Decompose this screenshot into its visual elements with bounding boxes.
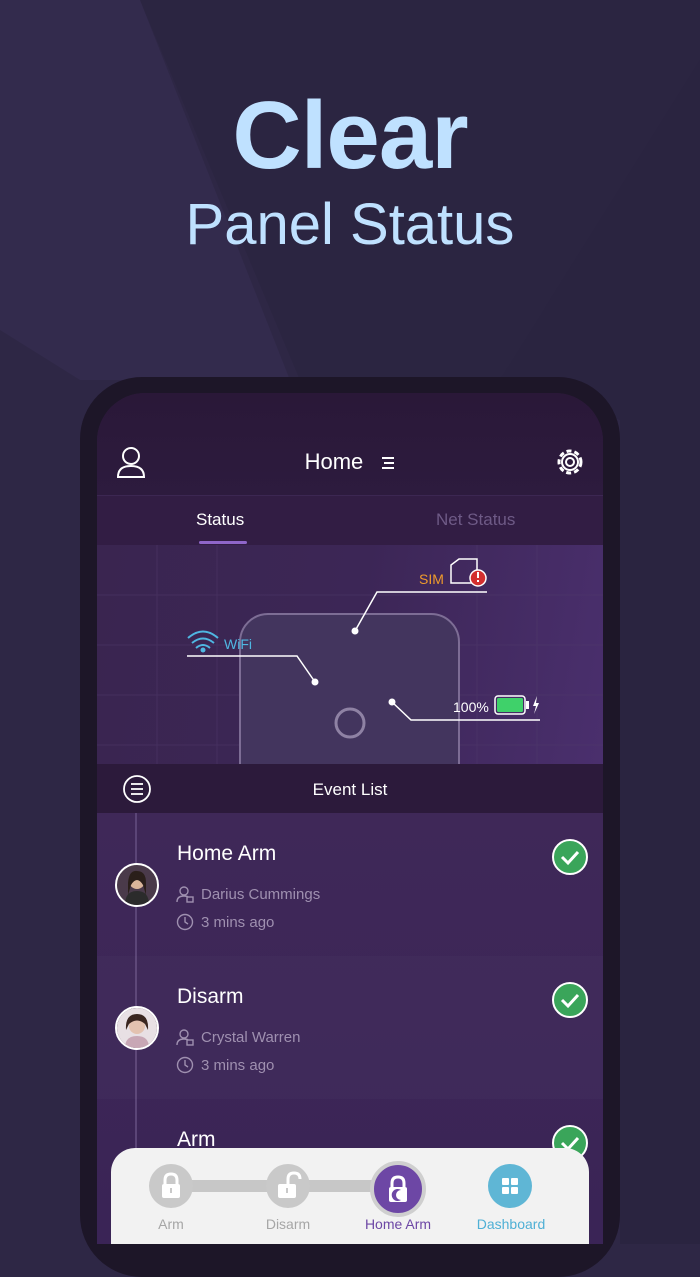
unlock-icon (278, 1171, 302, 1198)
nav-label-home-arm: Home Arm (364, 1216, 432, 1232)
arm-button[interactable] (149, 1164, 193, 1208)
avatar (115, 1006, 159, 1050)
event-time: 3 mins ago (201, 1057, 275, 1074)
phone-screen: Home Status Net Status SIM WiFi 100% Eve… (97, 393, 603, 1244)
home-selector[interactable]: Home (97, 449, 603, 475)
tab-status[interactable]: Status (196, 510, 244, 530)
clock-icon (176, 1056, 194, 1074)
nav-label-disarm: Disarm (265, 1216, 311, 1232)
tab-underline (199, 541, 247, 544)
event-item[interactable]: Home Arm Darius Cummings 3 mins ago (97, 813, 603, 956)
avatar (115, 863, 159, 907)
user-icon (176, 1029, 194, 1046)
diagram-graphics (97, 545, 603, 764)
lock-icon (162, 1172, 180, 1198)
panel-status-diagram: SIM WiFi 100% (97, 545, 603, 764)
tab-bar: Status Net Status (97, 496, 603, 545)
bottom-nav: Arm Disarm Home Arm Dashboard (111, 1148, 589, 1244)
wifi-label: WiFi (224, 636, 252, 652)
event-item[interactable]: Disarm Crystal Warren 3 mins ago (97, 956, 603, 1099)
event-name: Disarm (177, 985, 244, 1008)
sim-label: SIM (419, 571, 444, 587)
event-time: 3 mins ago (201, 914, 275, 931)
event-name: Home Arm (177, 842, 277, 865)
panel-device-outline (239, 613, 460, 764)
gear-icon[interactable] (553, 445, 587, 479)
battery-label: 100% (453, 699, 489, 715)
clock-icon (176, 913, 194, 931)
wifi-icon (187, 630, 219, 649)
event-list-title: Event List (312, 780, 388, 799)
event-user: Darius Cummings (201, 886, 321, 903)
page-title: Home (304, 449, 364, 474)
menu-icon (382, 457, 395, 470)
event-user: Crystal Warren (201, 1029, 301, 1046)
nav-label-arm: Arm (158, 1216, 184, 1232)
check-icon (552, 982, 588, 1018)
hero-subtitle: Panel Status (185, 192, 515, 257)
grid-icon (502, 1178, 518, 1194)
check-icon (552, 839, 588, 875)
user-icon (176, 886, 194, 903)
top-bar: Home (97, 393, 603, 496)
nav-label-dashboard: Dashboard (476, 1216, 546, 1232)
disarm-button[interactable] (266, 1164, 310, 1208)
home-lock-icon (389, 1175, 407, 1202)
tab-net-status[interactable]: Net Status (436, 510, 515, 530)
battery-icon (494, 695, 539, 715)
hero-title: Clear (232, 82, 468, 189)
event-list-header: Event List (97, 764, 603, 813)
dashboard-button[interactable] (488, 1164, 532, 1208)
home-arm-button[interactable] (370, 1161, 426, 1217)
